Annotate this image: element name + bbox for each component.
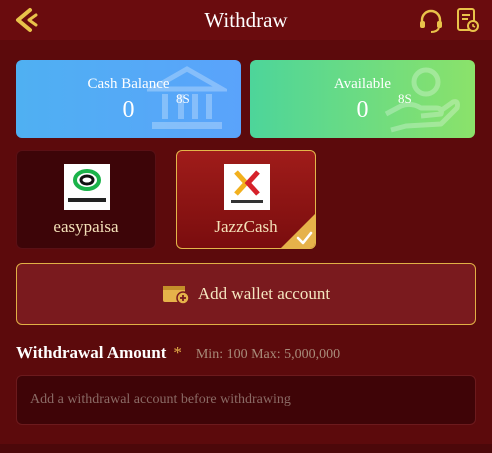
bottom-strip	[0, 444, 492, 453]
page-title: Withdraw	[204, 7, 288, 32]
add-wallet-label: Add wallet account	[197, 284, 331, 303]
jazzcash-logo-icon	[234, 170, 260, 196]
cash-balance-unit: 8S	[176, 91, 190, 106]
method-jazzcash[interactable]: JazzCash	[176, 150, 316, 249]
jazzcash-wordmark	[231, 200, 263, 203]
method-easypaisa[interactable]: easypaisa	[16, 150, 156, 249]
method-name: easypaisa	[53, 217, 119, 236]
available-unit: 8S	[398, 91, 412, 106]
cash-balance-value: 0	[122, 97, 135, 123]
header-bar: Withdraw	[0, 0, 492, 40]
amount-range: Min: 100 Max: 5,000,000	[195, 347, 341, 362]
headset-icon[interactable]	[418, 8, 444, 34]
available-label: Available	[333, 76, 392, 92]
add-wallet-button[interactable]: Add wallet account	[16, 263, 476, 325]
easypaisa-logo-icon	[73, 169, 101, 191]
required-mark: *	[173, 343, 182, 362]
easypaisa-wordmark	[68, 198, 106, 202]
back-chevron-icon[interactable]	[12, 7, 40, 33]
cash-balance-label: Cash Balance	[87, 76, 170, 92]
available-card: Available 0 8S	[250, 60, 475, 138]
available-value: 0	[356, 97, 369, 123]
wallet-add-icon	[162, 286, 190, 305]
record-list-icon[interactable]	[456, 7, 480, 33]
easypaisa-logo	[64, 164, 110, 210]
withdrawal-amount-input[interactable]	[16, 375, 476, 425]
jazzcash-logo	[224, 164, 270, 210]
withdrawal-amount-header: Withdrawal Amount * Min: 100 Max: 5,000,…	[16, 343, 340, 363]
cash-balance-card: Cash Balance 0 8S	[16, 60, 241, 138]
selected-check-icon	[281, 214, 315, 248]
withdrawal-amount-label: Withdrawal Amount	[16, 343, 167, 362]
